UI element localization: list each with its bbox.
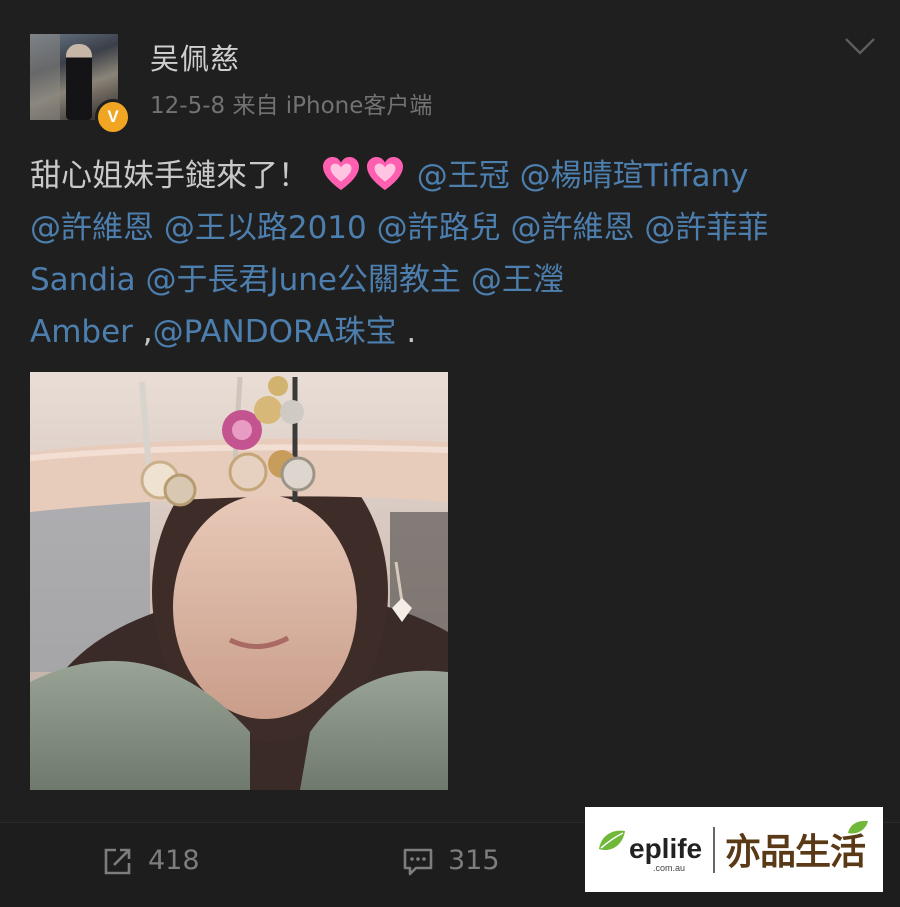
chevron-down-icon[interactable] (844, 36, 876, 56)
mention-link[interactable]: Sandia (30, 262, 136, 298)
comment-count: 315 (448, 845, 500, 876)
username[interactable]: 吴佩慈 (150, 36, 240, 78)
comment-button[interactable]: 315 (402, 841, 522, 881)
mention-link[interactable]: @許維恩 (30, 210, 154, 246)
repost-button[interactable]: 418 (102, 841, 222, 881)
mention-link[interactable]: @王以路2010 (164, 210, 367, 246)
mention-link[interactable]: @許路兒 (377, 210, 501, 246)
mention-link[interactable]: @楊晴瑄Tiffany (520, 158, 749, 194)
eplife-chinese-wordmark: 亦品生活 (725, 831, 866, 873)
leaf-icon (848, 820, 868, 834)
eplife-domain: .com.au (653, 863, 686, 873)
mention-link[interactable]: @許菲菲 (644, 210, 768, 246)
mention-link[interactable]: Amber (30, 314, 133, 350)
post-photo[interactable] (30, 372, 448, 790)
mention-link[interactable]: @于長君June公關教主 (145, 262, 461, 298)
comment-icon (403, 848, 433, 876)
separator-text: , (132, 314, 153, 350)
content-line-4: Amber ,@PANDORA珠宝 . (30, 306, 870, 358)
mention-link[interactable]: @許維恩 (510, 210, 634, 246)
weibo-post: V 吴佩慈 12-5-8 来自 iPhone客户端 甜心姐妹手鏈來了！ @王冠 … (0, 0, 900, 907)
content-line-2: @許維恩 @王以路2010 @許路兒 @許維恩 @許菲菲 (30, 202, 870, 254)
end-punctuation: . (396, 314, 417, 350)
photo-illustration (30, 372, 448, 790)
mention-link[interactable]: @PANDORA珠宝 (153, 314, 397, 350)
eplife-wordmark: eplife (629, 833, 703, 864)
post-content: 甜心姐妹手鏈來了！ @王冠 @楊晴瑄Tiffany @許維恩 @王以路2010 … (30, 150, 870, 358)
verified-badge-icon: V (95, 99, 131, 135)
repost-count: 418 (148, 845, 200, 876)
eplife-watermark: eplife .com.au 亦品生活 (585, 807, 883, 892)
content-line-1: 甜心姐妹手鏈來了！ @王冠 @楊晴瑄Tiffany (30, 150, 870, 202)
post-meta: 12-5-8 来自 iPhone客户端 (150, 93, 433, 119)
mention-link[interactable]: @王冠 (417, 158, 510, 194)
leaf-icon (599, 830, 625, 851)
divider (713, 827, 715, 873)
growing-heart-emoji (322, 156, 359, 191)
post-text: 甜心姐妹手鏈來了！ (30, 158, 309, 194)
share-icon (104, 848, 131, 875)
mention-link[interactable]: @王瀅 (471, 262, 564, 298)
growing-heart-emoji (366, 156, 403, 191)
content-line-3: Sandia @于長君June公關教主 @王瀅 (30, 254, 870, 306)
